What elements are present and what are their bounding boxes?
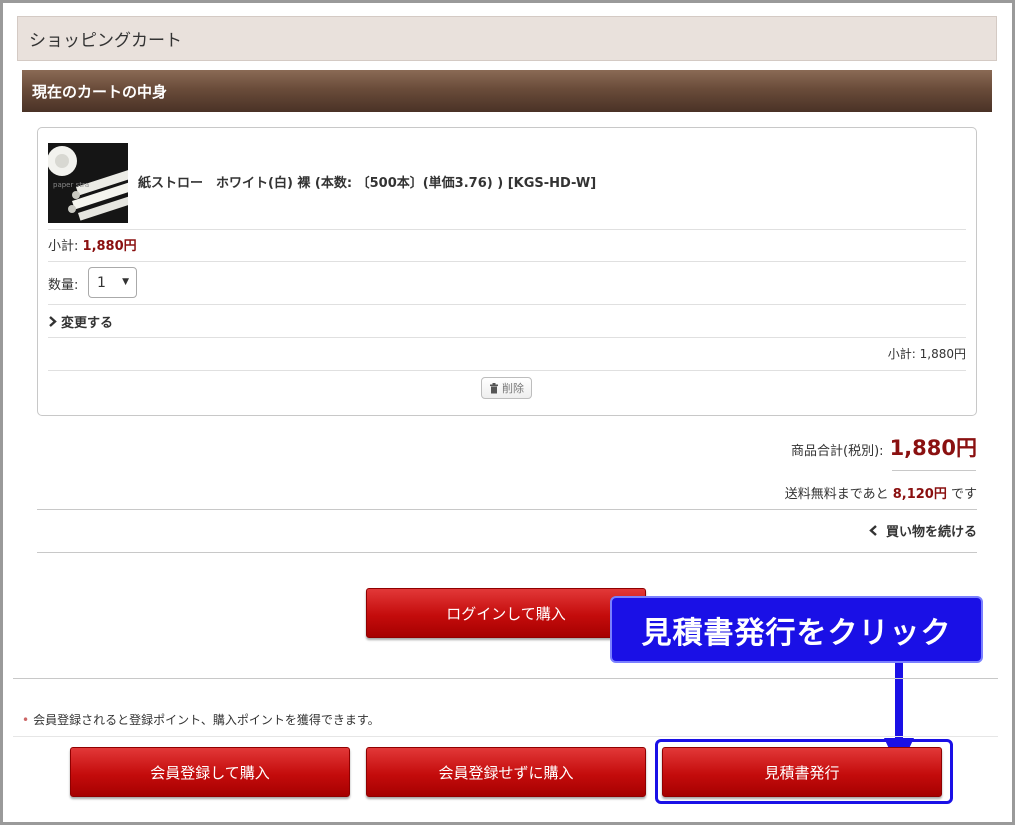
bullet-icon: • [22,713,30,727]
register-purchase-button[interactable]: 会員登録して購入 [70,747,350,797]
free-shipping-amount: 8,120円 [892,487,947,502]
total-label: 商品合計(税別): [791,444,884,459]
change-quantity-label: 変更する [61,316,114,331]
page-title: ショッピングカート [17,16,997,61]
quantity-select[interactable]: 1 ▼ [88,267,137,298]
divider [48,229,966,230]
item-subtotal: 小計: 1,880円 [48,235,137,254]
cart-total: 商品合計(税別): 1,880円 [791,432,977,462]
paper-straw-product-photo: paper stra [48,143,128,223]
divider [48,304,966,305]
total-underline [892,470,976,471]
divider [13,678,998,679]
chevron-down-icon: ▼ [122,277,129,287]
login-purchase-button[interactable]: ログインして購入 [366,588,646,638]
item-subtotal-value: 1,880円 [82,239,137,254]
cart-item-card: paper stra 紙ストロー ホワイト(白) 裸 (本数: 〔500本〕(単… [37,127,977,416]
free-shipping-prefix: 送料無料まであと [784,487,889,502]
divider [13,736,998,737]
total-value: 1,880円 [889,436,977,460]
annotation-arrow [895,663,903,745]
divider [48,370,966,371]
guest-purchase-button[interactable]: 会員登録せずに購入 [366,747,646,797]
chevron-right-icon [49,316,57,327]
quantity-value: 1 [97,274,106,291]
product-name: 紙ストロー ホワイト(白) 裸 (本数: 〔500本〕(単価3.76) ) [K… [138,176,597,191]
member-points-note: • 会員登録されると登録ポイント、購入ポイントを獲得できます。 [22,711,380,728]
item-subtotal-right: 小計: 1,880円 [887,347,966,361]
quantity-label: 数量: [48,278,79,293]
continue-shopping-link[interactable]: 買い物を続ける [869,521,977,540]
continue-shopping-label: 買い物を続ける [885,525,977,540]
divider [37,552,977,553]
annotation-highlight-box [655,739,953,804]
divider [37,509,977,510]
thumb-watermark: paper stra [53,181,89,189]
annotation-callout: 見積書発行をクリック [610,596,983,663]
divider [48,261,966,262]
free-shipping-suffix: です [950,487,977,502]
member-points-text: 会員登録されると登録ポイント、購入ポイントを獲得できます。 [33,713,380,727]
item-subtotal-label: 小計: [48,239,79,254]
delete-label: 削除 [502,382,524,395]
free-shipping-note: 送料無料まであと 8,120円 です [785,483,977,502]
change-quantity-link[interactable]: 変更する [48,312,113,331]
chevron-left-icon [869,525,878,536]
delete-button[interactable]: 削除 [481,377,532,399]
cart-section-heading: 現在のカートの中身 [22,70,992,112]
divider [48,337,966,338]
product-thumbnail[interactable]: paper stra [48,143,128,223]
trash-icon [490,382,498,393]
